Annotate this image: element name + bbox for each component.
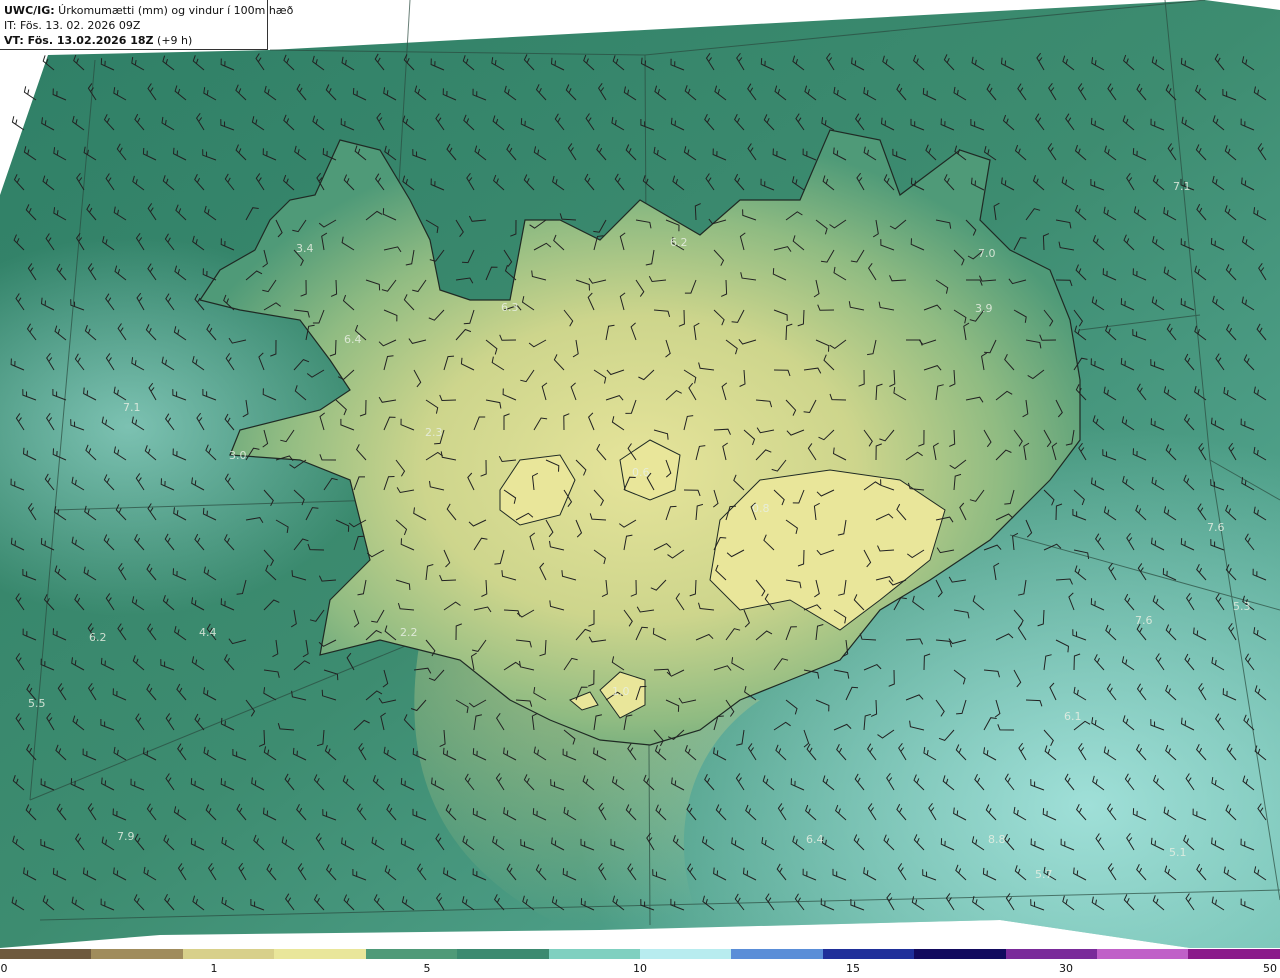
value-label: 7.1 (1173, 180, 1191, 193)
colorbar-segment (274, 949, 366, 959)
value-label: 7.6 (1207, 521, 1225, 534)
colorbar-tick: 10 (633, 962, 647, 975)
value-label: 7.9 (117, 830, 135, 843)
value-label: 0.6 (632, 466, 650, 479)
value-label: 5.1 (1169, 846, 1187, 859)
value-label: 1.0 (612, 685, 630, 698)
colorbar-segment (91, 949, 183, 959)
value-label: 5.3 (1233, 600, 1251, 613)
lead-time: (+9 h) (153, 34, 193, 47)
value-label: 2.3 (425, 426, 443, 439)
colorbar-tick: 1 (210, 962, 218, 975)
value-label: 4.4 (199, 626, 217, 639)
colorbar-segment (1097, 949, 1189, 959)
value-label: 2.2 (400, 626, 418, 639)
colorbar-segment (182, 949, 275, 959)
colorbar-strip (0, 949, 1280, 959)
value-label: 6.2 (89, 631, 107, 644)
value-label: 0.8 (752, 502, 770, 515)
value-label: 3.9 (975, 302, 993, 315)
product-title-line: UWC/IG: Úrkomumætti (mm) og vindur í 100… (4, 3, 293, 18)
colorbar-segment (822, 949, 915, 959)
value-label: 6.2 (670, 236, 688, 249)
colorbar-tick: 50 (1263, 962, 1277, 975)
colorbar: 0 1 5 10 15 30 50 (0, 948, 1280, 978)
value-label: 5.5 (28, 697, 46, 710)
value-label: 6.1 (1064, 710, 1082, 723)
map-info-box: UWC/IG: Úrkomumætti (mm) og vindur í 100… (0, 0, 293, 50)
colorbar-segment (639, 949, 732, 959)
colorbar-segment (1005, 949, 1098, 959)
valid-time-line: VT: Fös. 13.02.2026 18Z (+9 h) (4, 33, 263, 48)
valid-time: VT: Fös. 13.02.2026 18Z (4, 34, 154, 47)
colorbar-segment (365, 949, 458, 959)
colorbar-segment (914, 949, 1006, 959)
product-title: Úrkomumætti (mm) og vindur í 100m hæð (54, 4, 294, 17)
value-label: 6.4 (344, 333, 362, 346)
value-label: 8.8 (988, 833, 1006, 846)
colorbar-segment (548, 949, 640, 959)
product-code: UWC/IG: (4, 4, 55, 17)
colorbar-tick: 5 (423, 962, 431, 975)
value-label: 5.7 (1035, 868, 1053, 881)
colorbar-tick: 15 (846, 962, 860, 975)
colorbar-segment (731, 949, 823, 959)
colorbar-tick: 0 (0, 962, 8, 975)
value-label: 6.3 (501, 301, 519, 314)
colorbar-segment (457, 949, 549, 959)
value-label: 7.0 (978, 247, 996, 260)
precipitation-map: 3.4 6.2 7.0 6.3 6.4 7.1 2.3 3.0 0.6 0.8 … (0, 0, 1280, 948)
colorbar-segment (0, 949, 92, 959)
value-label: 7.1 (123, 401, 141, 414)
colorbar-tick: 30 (1059, 962, 1073, 975)
value-label: 3.0 (229, 449, 247, 462)
value-label: 7.6 (1135, 614, 1153, 627)
initial-time: IT: Fös. 13. 02. 2026 09Z (4, 19, 141, 32)
value-label: 6.4 (806, 833, 824, 846)
value-label: 3.4 (296, 242, 314, 255)
colorbar-segment (1188, 949, 1280, 959)
